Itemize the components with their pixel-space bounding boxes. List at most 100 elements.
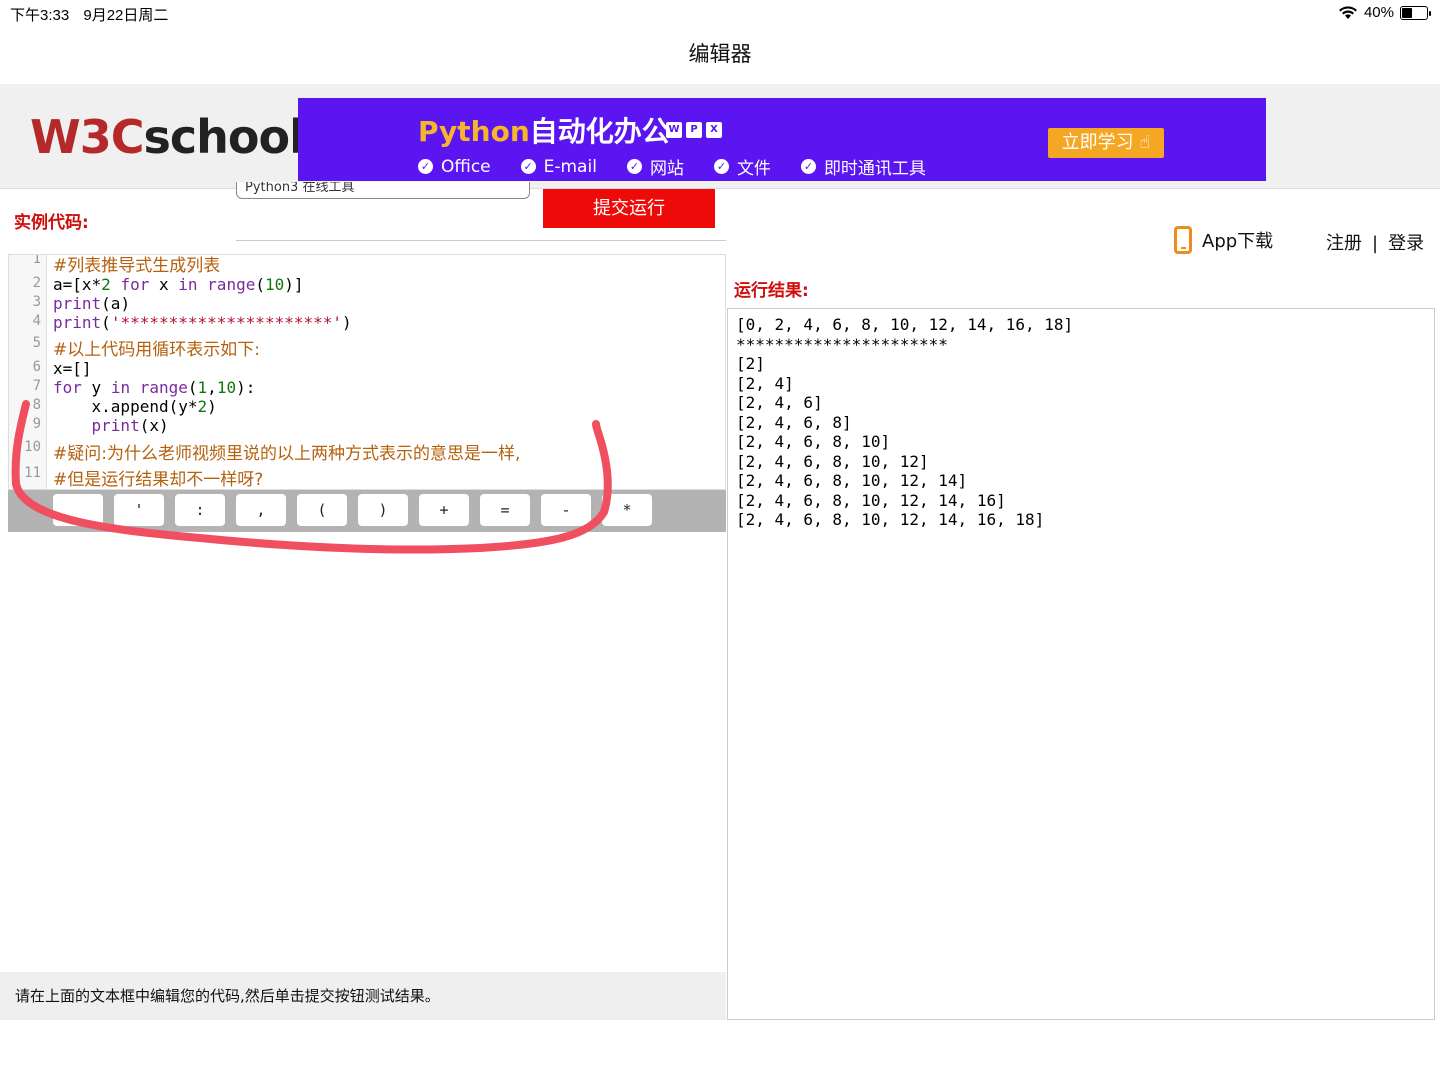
code-line[interactable]: 6 x=[] xyxy=(9,359,725,379)
ad-learn-now-button[interactable]: 立即学习 ☝ xyxy=(1048,128,1164,158)
ad-title-rest: 自动化办公 xyxy=(529,115,670,148)
divider xyxy=(236,240,726,241)
ad-feature-label: Office xyxy=(441,156,491,177)
symbol-key[interactable]: + xyxy=(419,494,469,526)
output-line: [2, 4, 6, 8, 10, 12, 14, 16, 18] xyxy=(736,510,1045,529)
code-text: a=[x*2 for x in range(10)] xyxy=(53,275,304,294)
output-line: [2, 4, 6, 8, 10, 12, 14, 16] xyxy=(736,490,1006,510)
app-download-label: App下载 xyxy=(1202,231,1274,252)
line-number: 11 xyxy=(24,465,41,481)
output-line: [2, 4] xyxy=(736,373,794,393)
code-line[interactable]: 2 a=[x*2 for x in range(10)] xyxy=(9,275,725,295)
code-text: x.append(y*2) xyxy=(53,397,217,416)
run-result-label: 运行结果: xyxy=(734,281,809,301)
check-icon: ✓ xyxy=(418,159,433,174)
wifi-icon xyxy=(1338,6,1357,19)
code-text: print('**********************') xyxy=(53,313,352,332)
submit-run-button[interactable]: 提交运行 xyxy=(543,189,715,228)
line-number: 5 xyxy=(32,335,41,351)
ad-feature-label: E-mail xyxy=(543,156,597,177)
code-text: #列表推导式生成列表 xyxy=(53,256,221,276)
code-text: for y in range(1,10): xyxy=(53,378,256,397)
code-line[interactable]: 9 print(x) xyxy=(9,416,725,436)
output-line: [2, 4, 6] xyxy=(736,393,823,412)
ad-title-python: Python xyxy=(418,115,530,148)
ad-feature-label: 即时通讯工具 xyxy=(823,159,926,179)
symbol-key[interactable]: ) xyxy=(358,494,408,526)
symbol-key[interactable] xyxy=(53,494,103,526)
code-line[interactable]: 8 x.append(y*2) xyxy=(9,397,725,417)
symbol-key[interactable]: = xyxy=(480,494,530,526)
code-line[interactable]: 5 #以上代码用循环表示如下: xyxy=(9,335,725,360)
battery-percent: 40% xyxy=(1363,4,1394,21)
code-text: #但是运行结果却不一样呀? xyxy=(53,470,264,490)
code-line[interactable]: 4 print('**********************') xyxy=(9,313,725,333)
code-line[interactable]: 10 #疑问:为什么老师视频里说的以上两种方式表示的意思是一样, xyxy=(9,439,725,464)
check-icon: ✓ xyxy=(626,159,642,174)
check-icon: ✓ xyxy=(713,159,729,174)
ad-feature: ✓ 即时通讯工具 xyxy=(800,154,926,179)
line-number: 1 xyxy=(32,254,41,267)
symbol-key[interactable]: , xyxy=(236,494,286,526)
ad-banner[interactable]: Python自动化办公 W P X ✓ Office ✓ E-mail ✓ 网站 ✓ 文… xyxy=(298,98,1266,181)
line-number: 2 xyxy=(32,275,41,291)
excel-icon: X xyxy=(706,122,722,138)
line-number: 7 xyxy=(32,378,41,394)
code-editor[interactable]: 1 #列表推导式生成列表 2 a=[x*2 for x in range(10)] 3 p… xyxy=(8,254,726,490)
symbol-key[interactable]: ( xyxy=(297,494,347,526)
line-number: 4 xyxy=(32,313,41,329)
code-text: print(x) xyxy=(91,416,169,435)
w3cschool-logo[interactable]: W3Cschool xyxy=(30,110,305,164)
symbol-key[interactable]: : xyxy=(175,494,225,526)
ad-feature: ✓ Office xyxy=(418,154,491,179)
line-number: 9 xyxy=(32,416,41,432)
symbol-key[interactable]: - xyxy=(541,494,591,526)
hand-pointer-icon: ☝ xyxy=(1139,132,1151,153)
site-header: W3Cschool Python自动化办公 W P X ✓ Office ✓ E-m… xyxy=(0,84,1440,189)
output-line: [2, 4, 6, 8] xyxy=(736,412,852,432)
app-download-link[interactable]: App下载 xyxy=(1174,226,1273,254)
login-link[interactable]: 登录 xyxy=(1388,233,1424,254)
line-number: 3 xyxy=(32,294,41,310)
editor-hint: 请在上面的文本框中编辑您的代码,然后单击提交按钮测试结果。 xyxy=(0,972,726,1020)
line-number: 10 xyxy=(24,439,41,455)
symbol-key[interactable]: ' xyxy=(114,494,164,526)
symbol-key[interactable]: * xyxy=(602,494,652,526)
ad-feature-label: 文件 xyxy=(736,159,771,179)
ad-feature: ✓ 网站 xyxy=(626,154,684,179)
ad-title: Python自动化办公 xyxy=(418,110,670,150)
word-icon: W xyxy=(666,122,682,138)
register-link[interactable]: 注册 xyxy=(1326,233,1362,254)
ad-office-icons: W P X xyxy=(666,122,722,138)
check-icon: ✓ xyxy=(520,159,536,174)
ad-features: ✓ Office ✓ E-mail ✓ 网站 ✓ 文件 ✓ 即时通讯工具 xyxy=(418,154,926,179)
code-line[interactable]: 7 for y in range(1,10): xyxy=(9,378,725,398)
nav-title: 编辑器 xyxy=(688,42,752,66)
symbol-keyboard-bar: ':, () + = - * xyxy=(8,490,726,532)
output-line: [0, 2, 4, 6, 8, 10, 12, 14, 16, 18] xyxy=(736,315,1074,334)
output-line: [2] xyxy=(736,354,765,373)
code-text: x=[] xyxy=(53,359,92,378)
logo-w3c: W3C xyxy=(30,110,145,164)
line-number: 8 xyxy=(32,397,41,413)
phone-icon xyxy=(1174,226,1192,254)
ad-cta-label: 立即学习 xyxy=(1061,132,1134,153)
nav-bar: 编辑器 xyxy=(0,26,1440,84)
auth-separator: | xyxy=(1372,233,1379,254)
code-text: #疑问:为什么老师视频里说的以上两种方式表示的意思是一样, xyxy=(53,444,521,464)
code-line[interactable]: 1 #列表推导式生成列表 xyxy=(9,254,725,276)
check-icon: ✓ xyxy=(800,159,816,174)
tool-title-field[interactable]: Python3 在线工具 xyxy=(236,182,530,199)
example-code-label: 实例代码: xyxy=(14,213,89,233)
output-line: [2, 4, 6, 8, 10, 12, 14] xyxy=(736,471,968,490)
status-bar: 下午3:33 9月22日周二 40% xyxy=(0,0,1440,26)
code-line[interactable]: 11 #但是运行结果却不一样呀? xyxy=(9,465,725,489)
status-time: 下午3:33 xyxy=(10,7,70,24)
run-result-output: [0, 2, 4, 6, 8, 10, 12, 14, 16, 18] *****… xyxy=(727,308,1435,1020)
status-indicators: 40% xyxy=(1338,4,1431,21)
powerpoint-icon: P xyxy=(686,122,702,138)
logo-school: school xyxy=(143,110,305,164)
code-line[interactable]: 3 print(a) xyxy=(9,294,725,314)
ad-feature-label: 网站 xyxy=(649,159,684,179)
output-line: [2, 4, 6, 8, 10] xyxy=(736,432,891,451)
